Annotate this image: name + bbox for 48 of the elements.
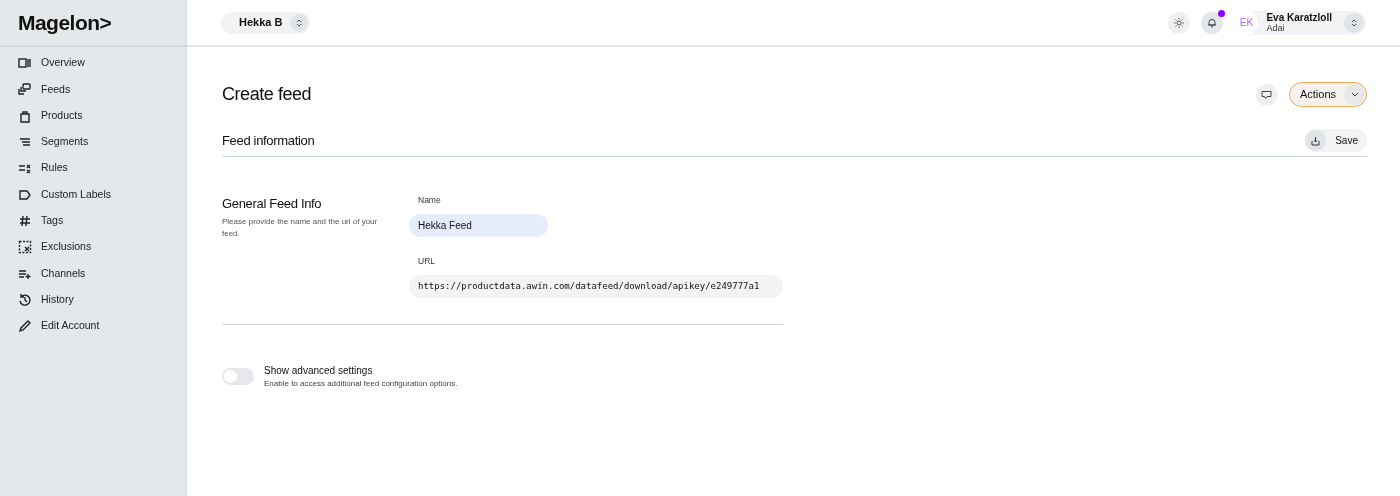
sidebar-item[interactable]: Rules [0,155,186,182]
bell-icon [1207,17,1218,28]
sidebar-item[interactable]: Exclusions [0,234,186,261]
sidebar-item[interactable]: Tags [0,207,186,235]
hash-icon [18,213,32,228]
field-label: Name [417,194,442,207]
company-name: Adai [1266,22,1285,33]
actions-button[interactable]: Actions [1288,82,1367,107]
speech-bubble-icon [1261,89,1273,100]
columns-icon [18,56,32,71]
sidebar-item[interactable]: Segments [0,128,186,156]
sidebar-item[interactable]: Edit Account [0,312,186,340]
save-button[interactable]: Save [1305,129,1367,152]
chevron-up-down-icon [296,18,303,27]
comment-button[interactable] [1255,83,1278,106]
sidebar-item[interactable]: Overview [0,50,186,77]
user-menu[interactable]: EK Eva Karatzloll Adai [1234,10,1366,35]
sidebar-item[interactable]: Products [0,102,186,129]
stack-icon [18,82,32,97]
toggle-description: Enable to access additional feed configuration options. [264,377,458,390]
toggle-label: Show advanced settings [264,363,374,378]
bag-icon [18,108,32,123]
field-label: URL [417,254,436,268]
sidebar-item[interactable]: Channels [0,260,186,287]
logo: Magelon> [18,9,112,36]
sidebar-item[interactable]: Feeds [0,76,186,103]
pencil-icon [18,319,32,334]
group-description: Please provide the name and the url of your feed. [222,215,379,240]
download-icon [1311,135,1321,146]
history-icon [18,292,32,307]
workspace-selector[interactable]: Hekka B [221,11,311,34]
avatar: EK [1234,10,1259,35]
sun-icon [1174,17,1185,28]
user-name: Eva Karatzloll [1266,12,1332,23]
toggle-switch[interactable] [222,367,254,385]
section-title: Feed information [222,131,315,150]
input-field[interactable]: https://productdata.awin.com/datafeed/download/apikey/e249777a1 [409,274,783,298]
exclusion-icon [18,240,32,255]
sidebar-item[interactable]: Custom Labels [0,181,186,208]
notifications-button[interactable] [1201,11,1224,34]
group-title: General Feed Info [222,195,323,213]
chevron-up-down-icon [1351,18,1357,27]
input-field[interactable]: Hekka Feed [409,213,548,237]
theme-button[interactable] [1168,11,1191,34]
sidebar-item[interactable]: History [0,286,186,313]
label-icon [18,187,32,202]
chevron-down-icon [1350,92,1359,97]
page-title: Create feed [222,83,312,106]
